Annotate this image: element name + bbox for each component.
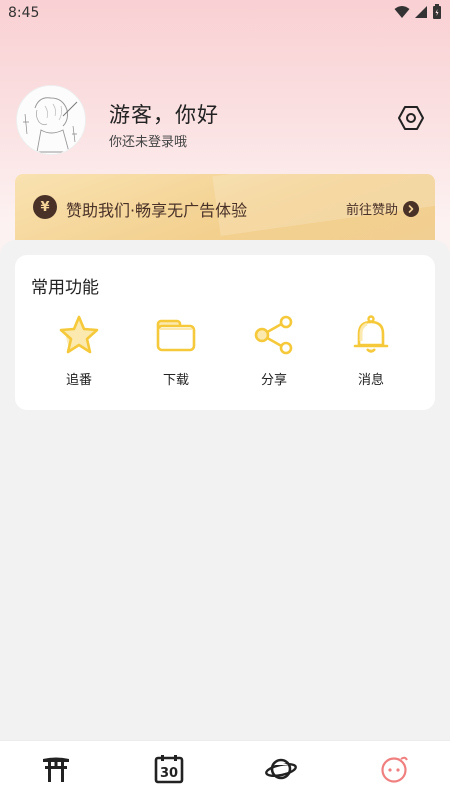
- bottom-nav: 30: [0, 740, 450, 800]
- profile-section: 游客，你好 你还未登录哦: [16, 85, 434, 157]
- nav-profile[interactable]: [364, 746, 424, 796]
- status-time: 8:45: [8, 5, 40, 21]
- nav-home[interactable]: [26, 746, 86, 796]
- common-functions-card: 常用功能 追番 下载 分享 消息: [15, 255, 435, 410]
- share-icon: [252, 313, 296, 357]
- nav-schedule[interactable]: 30: [139, 746, 199, 796]
- sketch-avatar-icon: [17, 86, 85, 154]
- go-sponsor-link[interactable]: 前往赞助: [346, 199, 420, 218]
- wifi-icon: [394, 4, 410, 23]
- func-download[interactable]: 下载: [136, 313, 216, 393]
- bell-icon: [349, 313, 393, 357]
- avatar[interactable]: [16, 85, 86, 155]
- battery-icon: [432, 3, 442, 23]
- chevron-right-icon: [403, 200, 420, 217]
- folder-icon: [154, 313, 198, 357]
- func-messages[interactable]: 消息: [331, 313, 411, 393]
- status-bar: 8:45: [0, 0, 450, 26]
- mascot-face-icon: [379, 754, 409, 788]
- go-sponsor-label: 前往赞助: [346, 203, 399, 218]
- signal-icon: [414, 4, 428, 23]
- sponsor-text: 赞助我们·畅享无广告体验: [66, 201, 248, 220]
- func-share[interactable]: 分享: [234, 313, 314, 393]
- card-title: 常用功能: [31, 278, 99, 298]
- login-hint-text[interactable]: 你还未登录哦: [109, 131, 187, 150]
- planet-icon: [265, 755, 298, 787]
- func-label: 追番: [65, 373, 92, 388]
- func-follow-anime[interactable]: 追番: [39, 313, 119, 393]
- torii-gate-icon: [41, 755, 71, 787]
- status-icons: [394, 3, 442, 23]
- settings-button[interactable]: [396, 105, 426, 135]
- func-label: 消息: [357, 373, 384, 388]
- nav-discover[interactable]: [251, 746, 311, 796]
- sponsor-banner[interactable]: ¥ 赞助我们·畅享无广告体验 前往赞助: [15, 174, 435, 240]
- func-label: 下载: [162, 373, 189, 388]
- coin-icon: ¥: [33, 195, 57, 219]
- func-label: 分享: [260, 373, 287, 388]
- calendar-icon: 30: [154, 754, 184, 788]
- greeting-text: 游客，你好: [109, 103, 219, 127]
- settings-hexagon-icon: [397, 104, 425, 136]
- calendar-day-text: 30: [160, 766, 178, 781]
- star-icon: [57, 313, 101, 357]
